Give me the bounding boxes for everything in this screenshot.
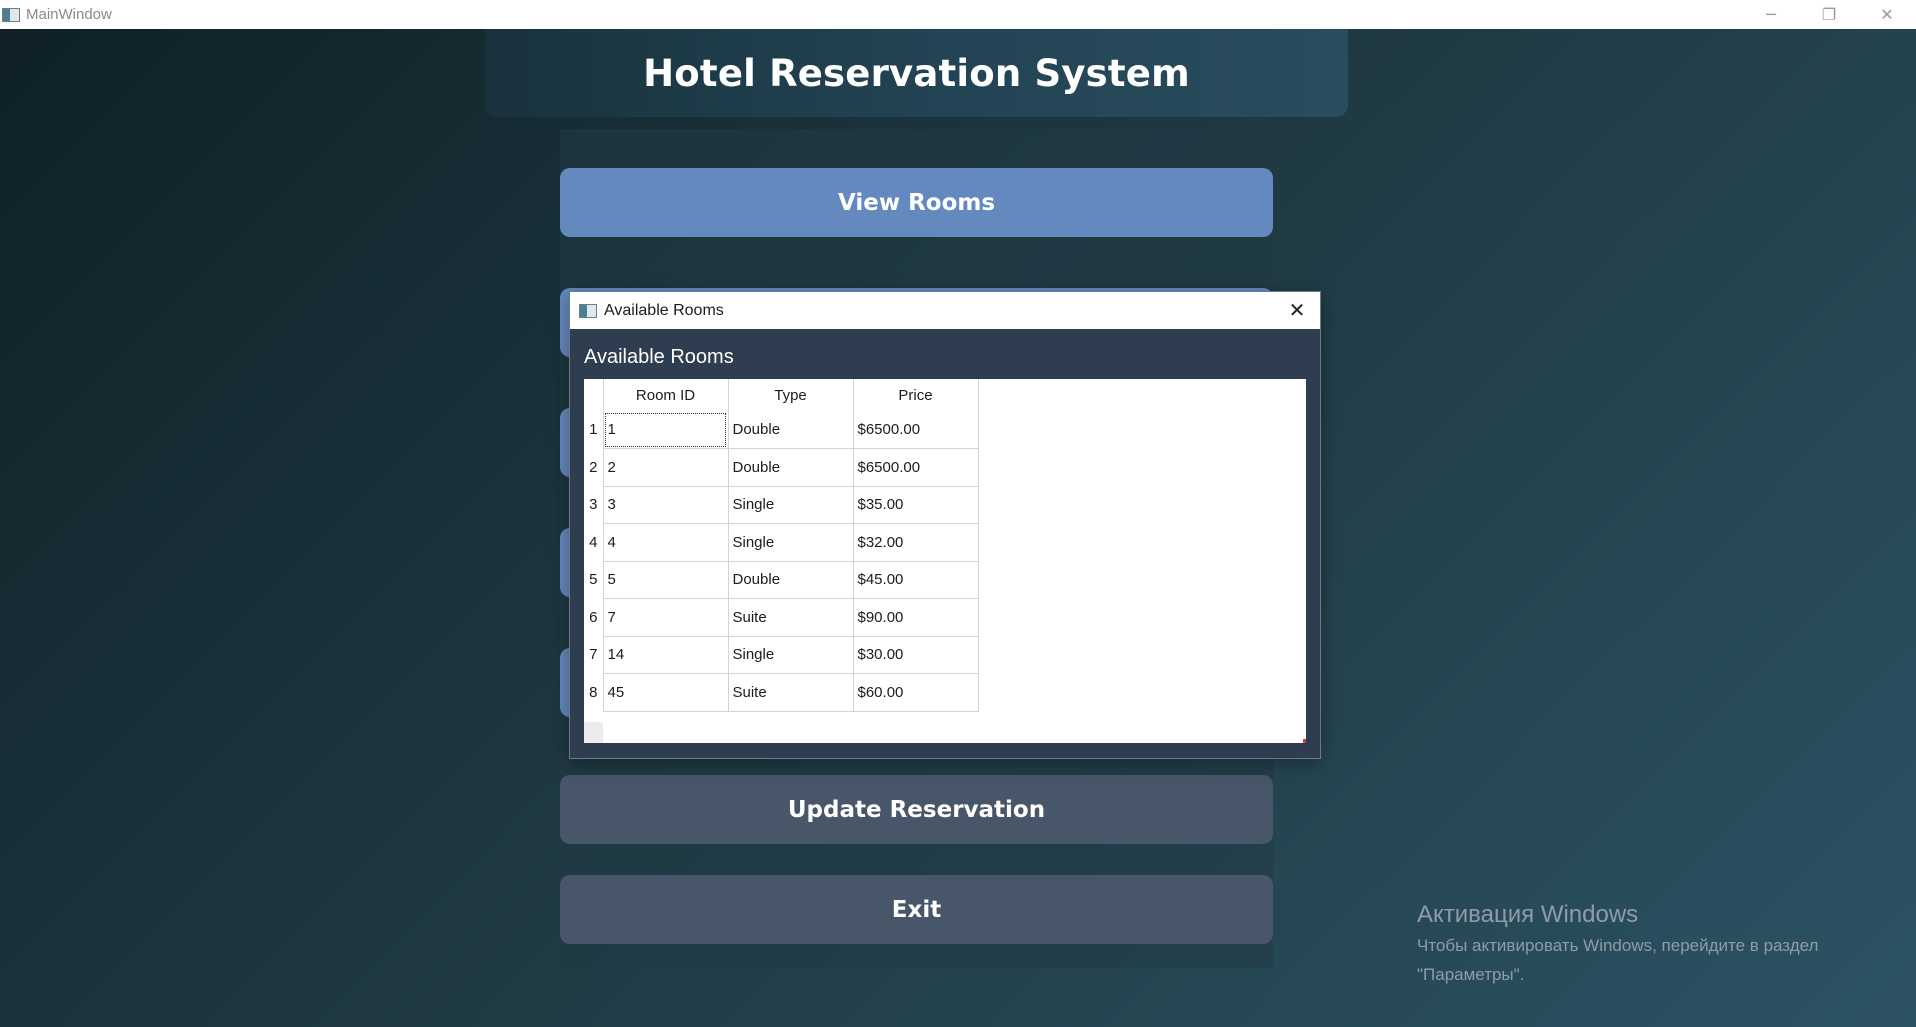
row-header-filler (584, 722, 603, 743)
column-header-price[interactable]: Price (853, 379, 979, 411)
exit-button[interactable]: Exit (560, 875, 1273, 944)
dialog-titlebar: Available Rooms ✕ (570, 292, 1320, 329)
cell-type[interactable]: Suite (728, 598, 854, 637)
watermark-line-2: "Параметры". (1417, 965, 1525, 984)
cell-price[interactable]: $6500.00 (853, 411, 979, 449)
table-row[interactable]: 6 7 Suite $90.00 (584, 598, 979, 637)
rooms-table: Room ID Type Price 1 1 Double $6500.00 2… (584, 379, 979, 712)
cell-room-id[interactable]: 5 (603, 561, 729, 599)
row-header[interactable]: 5 (584, 561, 604, 599)
page-title: Hotel Reservation System (643, 51, 1190, 95)
cell-type[interactable]: Double (728, 411, 854, 449)
app-window-icon (2, 7, 20, 22)
watermark-title: Активация Windows (1417, 901, 1639, 928)
table-row[interactable]: 4 4 Single $32.00 (584, 523, 979, 562)
cell-price[interactable]: $6500.00 (853, 448, 979, 487)
dialog-close-icon[interactable]: ✕ (1282, 296, 1312, 324)
dialog-heading: Available Rooms (584, 346, 734, 368)
cell-type[interactable]: Single (728, 636, 854, 674)
table-row[interactable]: 8 45 Suite $60.00 (584, 673, 979, 712)
table-header-row: Room ID Type Price (584, 379, 979, 411)
cell-type[interactable]: Double (728, 448, 854, 487)
main-titlebar: MainWindow ─ ❐ ✕ (0, 0, 1916, 29)
windows-activation-watermark: Активация Windows Чтобы активировать Win… (1417, 901, 1818, 987)
cell-type[interactable]: Suite (728, 673, 854, 712)
cell-room-id[interactable]: 4 (603, 523, 729, 562)
cell-price[interactable]: $60.00 (853, 673, 979, 712)
update-reservation-button[interactable]: Update Reservation (560, 775, 1273, 844)
row-header[interactable]: 7 (584, 636, 604, 674)
view-rooms-button[interactable]: View Rooms (560, 168, 1273, 237)
close-icon[interactable]: ✕ (1858, 0, 1916, 29)
cell-price[interactable]: $32.00 (853, 523, 979, 562)
cell-price[interactable]: $30.00 (853, 636, 979, 674)
minimize-icon[interactable]: ─ (1742, 0, 1800, 29)
window-title: MainWindow (26, 6, 112, 23)
table-row[interactable]: 3 3 Single $35.00 (584, 486, 979, 524)
cell-room-id[interactable]: 2 (603, 448, 729, 487)
column-header-room-id[interactable]: Room ID (603, 379, 729, 411)
row-header[interactable]: 8 (584, 673, 604, 711)
rooms-table-view[interactable]: Room ID Type Price 1 1 Double $6500.00 2… (584, 379, 1306, 743)
row-header[interactable]: 6 (584, 598, 604, 636)
cell-room-id[interactable]: 3 (603, 486, 729, 524)
row-header[interactable]: 4 (584, 523, 604, 561)
cell-price[interactable]: $45.00 (853, 561, 979, 599)
dialog-title: Available Rooms (604, 301, 724, 319)
cell-type[interactable]: Double (728, 561, 854, 599)
row-header[interactable]: 1 (584, 411, 604, 449)
table-row[interactable]: 5 5 Double $45.00 (584, 561, 979, 599)
cell-room-id[interactable]: 1 (603, 411, 729, 449)
cell-price[interactable]: $90.00 (853, 598, 979, 637)
cell-type[interactable]: Single (728, 486, 854, 524)
cell-price[interactable]: $35.00 (853, 486, 979, 524)
resize-grip-icon[interactable] (1303, 739, 1306, 743)
row-header[interactable]: 3 (584, 486, 604, 524)
table-row[interactable]: 2 2 Double $6500.00 (584, 448, 979, 487)
watermark-line-1: Чтобы активировать Windows, перейдите в … (1417, 936, 1819, 955)
cell-type[interactable]: Single (728, 523, 854, 562)
header-banner: Hotel Reservation System (485, 29, 1348, 117)
column-header-type[interactable]: Type (728, 379, 854, 411)
cell-room-id[interactable]: 14 (603, 636, 729, 674)
table-corner-button[interactable] (584, 379, 604, 411)
cell-room-id[interactable]: 45 (603, 673, 729, 712)
table-row[interactable]: 7 14 Single $30.00 (584, 636, 979, 674)
restore-icon[interactable]: ❐ (1800, 0, 1858, 29)
row-header[interactable]: 2 (584, 448, 604, 486)
dialog-window-icon (579, 303, 597, 318)
table-row[interactable]: 1 1 Double $6500.00 (584, 411, 979, 449)
available-rooms-dialog: Available Rooms ✕ Available Rooms Room I… (569, 291, 1321, 759)
cell-room-id[interactable]: 7 (603, 598, 729, 637)
window-controls: ─ ❐ ✕ (1742, 0, 1916, 29)
